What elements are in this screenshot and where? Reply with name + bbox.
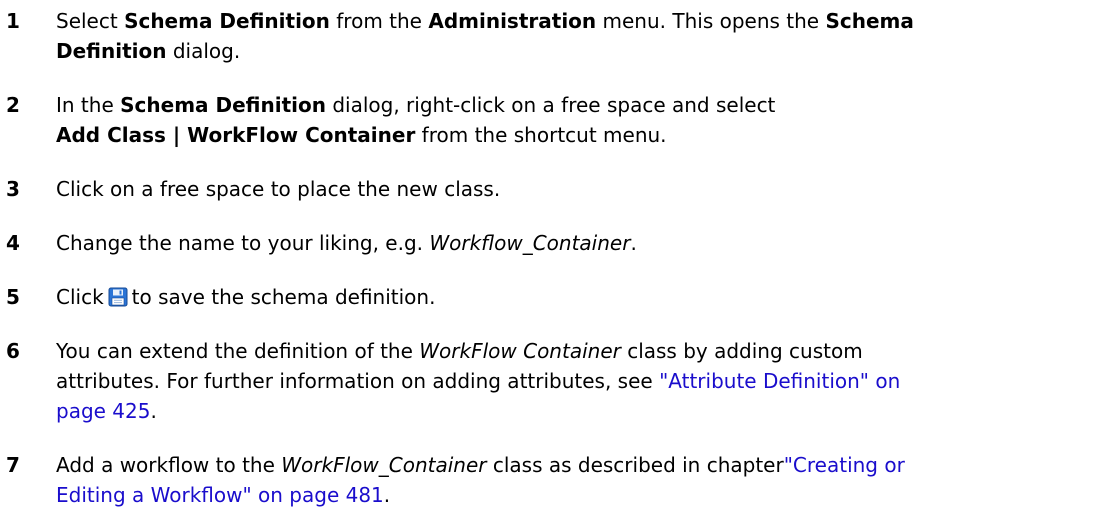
text-run: dialog, right-click on a free space and … (325, 93, 776, 117)
step-text: Click to save the schema definition. (56, 282, 1101, 312)
text-run: Add a workflow to the (56, 453, 282, 477)
step-number: 5 (6, 285, 20, 309)
dialog-ref: Schema (825, 9, 914, 33)
step-line: Select Schema Definition from the Admini… (56, 6, 1101, 36)
text-run: Change the name to your liking, e.g. (56, 231, 430, 255)
attribute-definition-link[interactable]: "Attribute Definition" on (659, 369, 900, 393)
class-name-ref: Workflow_Container (429, 231, 631, 255)
step-number: 3 (6, 177, 20, 201)
step-number: 4 (6, 231, 20, 255)
step-text: Click on a free space to place the new c… (56, 177, 501, 201)
text-run: dialog. (166, 39, 241, 63)
creating-workflow-link[interactable]: "Creating or (784, 453, 905, 477)
step-text: In the Schema Definition dialog, right-c… (56, 90, 1101, 150)
attribute-definition-page-link[interactable]: page 425 (56, 399, 150, 423)
dialog-ref: Definition (56, 39, 167, 63)
dialog-ref: Schema Definition (120, 93, 326, 117)
text-run: Click (56, 285, 104, 309)
step-number: 7 (6, 453, 20, 477)
step-number: 6 (6, 339, 20, 363)
text-run: . (383, 483, 391, 507)
menu-item-ref: Schema Definition (124, 9, 330, 33)
step-line: attributes. For further information on a… (56, 366, 1101, 396)
step-text: Select Schema Definition from the Admini… (56, 6, 1101, 66)
text-run: to save the schema definition. (131, 285, 436, 309)
text-run: You can extend the definition of the (56, 339, 420, 363)
class-name-ref: WorkFlow Container (419, 339, 621, 363)
text-run: . (630, 231, 637, 255)
step-text: Add a workflow to the WorkFlow_Container… (56, 450, 1101, 510)
text-run: from the shortcut menu. (415, 123, 667, 147)
menu-ref: Administration (428, 9, 597, 33)
text-run: In the (56, 93, 121, 117)
step-text: Change the name to your liking, e.g. Wor… (56, 228, 1101, 258)
step-line: page 425. (56, 396, 1101, 426)
text-run: class by adding custom (620, 339, 863, 363)
text-run: . (150, 399, 157, 423)
text-run: menu. This opens the (596, 9, 826, 33)
save-icon (108, 285, 128, 307)
text-run: from the (329, 9, 429, 33)
menu-item-ref: Add Class | WorkFlow Container (56, 123, 416, 147)
step-line: You can extend the definition of the Wor… (56, 336, 1101, 366)
step-line: Add a workflow to the WorkFlow_Container… (56, 450, 1101, 480)
step-line: Add Class | WorkFlow Container from the … (56, 120, 1101, 150)
text-run: class as described in chapter (486, 453, 784, 477)
step-line: Definition dialog. (56, 36, 1101, 66)
step-line: In the Schema Definition dialog, right-c… (56, 90, 1101, 120)
step-number: 1 (6, 9, 20, 33)
class-name-ref: WorkFlow_Container (281, 453, 487, 477)
step-line: Editing a Workflow" on page 481. (56, 480, 1101, 510)
creating-workflow-page-link[interactable]: Editing a Workflow" on page 481 (56, 483, 384, 507)
text-run: attributes. For further information on a… (56, 369, 660, 393)
text-run: Select (56, 9, 125, 33)
step-text: You can extend the definition of the Wor… (56, 336, 1101, 426)
step-number: 2 (6, 93, 20, 117)
